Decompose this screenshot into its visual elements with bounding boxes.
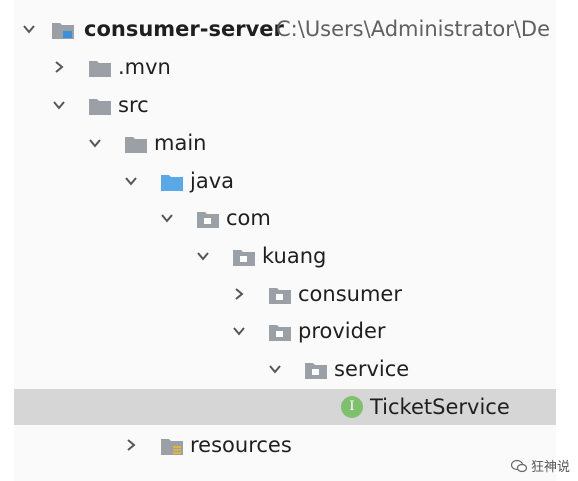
tree-row-resources[interactable]: resources [14, 427, 556, 463]
node-label-kuang: kuang [262, 244, 327, 268]
node-label-src: src [118, 93, 149, 117]
tree-row-service[interactable]: service [14, 351, 556, 387]
resources-folder-icon [160, 436, 184, 456]
tree-row-java[interactable]: java [14, 163, 556, 199]
source-folder-icon [160, 172, 184, 192]
node-label-main: main [154, 131, 207, 155]
tree-row-project[interactable]: consumer-server C:\Users\Administrator\D… [14, 11, 556, 47]
tree-row-main[interactable]: main [14, 125, 556, 161]
module-folder-icon [51, 20, 75, 40]
node-label-mvn: .mvn [118, 55, 171, 79]
watermark: 狂神说 [510, 456, 570, 475]
watermark-text: 狂神说 [530, 460, 570, 475]
node-label-provider: provider [298, 319, 386, 343]
chevron-down-icon[interactable] [52, 98, 66, 112]
package-icon [196, 209, 220, 229]
package-icon [304, 360, 328, 380]
chevron-down-icon[interactable] [232, 324, 246, 338]
chevron-down-icon[interactable] [22, 22, 36, 36]
tree-row-provider[interactable]: provider [14, 313, 556, 349]
chevron-right-icon[interactable] [124, 438, 138, 452]
tree-row-ticket-service[interactable]: I TicketService [14, 389, 556, 425]
chevron-down-icon[interactable] [160, 211, 174, 225]
node-label-resources: resources [190, 433, 292, 457]
node-label-service: service [334, 357, 410, 381]
node-label-com: com [226, 206, 271, 230]
folder-icon [88, 58, 112, 78]
tree-row-com[interactable]: com [14, 200, 556, 236]
folder-icon [124, 134, 148, 154]
tree-row-kuang[interactable]: kuang [14, 238, 556, 274]
chevron-right-icon[interactable] [52, 60, 66, 74]
interface-icon: I [341, 396, 363, 418]
project-path: C:\Users\Administrator\De [276, 17, 551, 41]
chevron-down-icon[interactable] [268, 362, 282, 376]
tree-row-mvn[interactable]: .mvn [14, 49, 556, 85]
project-name: consumer-server [84, 17, 284, 41]
package-icon [232, 247, 256, 267]
chevron-right-icon[interactable] [232, 287, 246, 301]
chevron-down-icon[interactable] [124, 174, 138, 188]
node-label-java: java [190, 169, 234, 193]
node-label-consumer: consumer [298, 282, 402, 306]
folder-icon [88, 96, 112, 116]
chevron-down-icon[interactable] [196, 249, 210, 263]
tree-row-consumer[interactable]: consumer [14, 276, 556, 312]
tree-row-src[interactable]: src [14, 87, 556, 123]
project-tree: consumer-server C:\Users\Administrator\D… [14, 0, 556, 481]
package-icon [268, 322, 292, 342]
node-label-ticket-service: TicketService [370, 395, 510, 419]
chevron-down-icon[interactable] [88, 136, 102, 150]
package-icon [268, 285, 292, 305]
wechat-icon [510, 459, 527, 472]
